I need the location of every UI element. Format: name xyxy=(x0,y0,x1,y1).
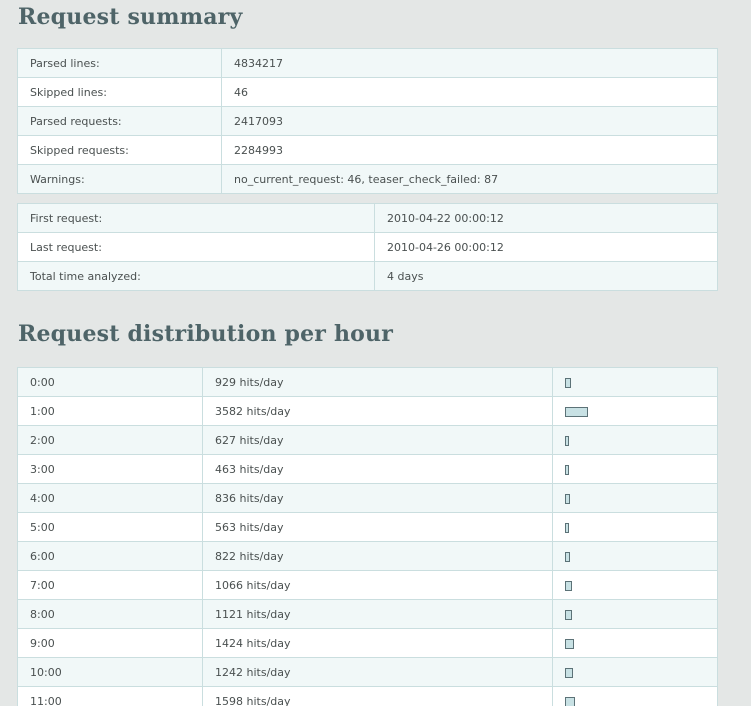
hits-per-day: 929 hits/day xyxy=(202,367,553,397)
table-row: 11:00 1598 hits/day xyxy=(17,686,718,706)
request-summary-title: Request summary xyxy=(18,4,243,30)
bar-cell xyxy=(552,657,718,687)
hits-bar xyxy=(565,609,572,620)
hits-bar xyxy=(565,435,569,446)
request-summary-table: Parsed lines: 4834217 Skipped lines: 46 … xyxy=(17,48,718,194)
table-row: Skipped requests: 2284993 xyxy=(17,135,718,165)
bar-cell xyxy=(552,599,718,629)
bar-cell xyxy=(552,541,718,571)
hits-bar xyxy=(565,377,571,388)
summary-label-parsed-lines: Parsed lines: xyxy=(17,48,222,78)
bar-cell xyxy=(552,483,718,513)
table-row: Total time analyzed: 4 days xyxy=(17,261,718,291)
summary-label-parsed-requests: Parsed requests: xyxy=(17,106,222,136)
hour-label: 11:00 xyxy=(17,686,203,706)
hits-per-day: 627 hits/day xyxy=(202,425,553,455)
time-value-total-time: 4 days xyxy=(374,261,718,291)
hour-label: 5:00 xyxy=(17,512,203,542)
table-row: 10:00 1242 hits/day xyxy=(17,657,718,687)
summary-value-parsed-requests: 2417093 xyxy=(221,106,718,136)
hits-per-day: 836 hits/day xyxy=(202,483,553,513)
hour-label: 9:00 xyxy=(17,628,203,658)
hits-per-day: 563 hits/day xyxy=(202,512,553,542)
table-row: 9:00 1424 hits/day xyxy=(17,628,718,658)
summary-label-skipped-lines: Skipped lines: xyxy=(17,77,222,107)
table-row: 0:00 929 hits/day xyxy=(17,367,718,397)
summary-label-skipped-requests: Skipped requests: xyxy=(17,135,222,165)
hour-label: 3:00 xyxy=(17,454,203,484)
time-range-table: First request: 2010-04-22 00:00:12 Last … xyxy=(17,203,718,291)
summary-value-warnings: no_current_request: 46, teaser_check_fai… xyxy=(221,164,718,194)
hits-bar xyxy=(565,638,574,649)
summary-value-skipped-requests: 2284993 xyxy=(221,135,718,165)
hits-per-day: 463 hits/day xyxy=(202,454,553,484)
hits-bar xyxy=(565,667,573,678)
hour-label: 7:00 xyxy=(17,570,203,600)
bar-cell xyxy=(552,396,718,426)
request-distribution-title: Request distribution per hour xyxy=(18,321,394,347)
hits-per-day: 1598 hits/day xyxy=(202,686,553,706)
table-row: 2:00 627 hits/day xyxy=(17,425,718,455)
table-row: 8:00 1121 hits/day xyxy=(17,599,718,629)
time-label-last-request: Last request: xyxy=(17,232,375,262)
hits-bar xyxy=(565,551,570,562)
bar-cell xyxy=(552,454,718,484)
table-row: 1:00 3582 hits/day xyxy=(17,396,718,426)
summary-value-parsed-lines: 4834217 xyxy=(221,48,718,78)
table-row: Parsed requests: 2417093 xyxy=(17,106,718,136)
table-row: Last request: 2010-04-26 00:00:12 xyxy=(17,232,718,262)
table-row: 3:00 463 hits/day xyxy=(17,454,718,484)
hour-label: 0:00 xyxy=(17,367,203,397)
hits-bar xyxy=(565,522,569,533)
table-row: Parsed lines: 4834217 xyxy=(17,48,718,78)
time-label-first-request: First request: xyxy=(17,203,375,233)
hits-per-day: 1424 hits/day xyxy=(202,628,553,658)
hits-bar xyxy=(565,406,588,417)
hits-bar xyxy=(565,580,572,591)
time-label-total-time: Total time analyzed: xyxy=(17,261,375,291)
hour-label: 4:00 xyxy=(17,483,203,513)
bar-cell xyxy=(552,628,718,658)
summary-value-skipped-lines: 46 xyxy=(221,77,718,107)
bar-cell xyxy=(552,512,718,542)
time-value-last-request: 2010-04-26 00:00:12 xyxy=(374,232,718,262)
request-distribution-table: 0:00 929 hits/day 1:00 3582 hits/day 2:00 627… xyxy=(17,367,718,706)
hits-bar xyxy=(565,464,569,475)
hits-bar xyxy=(565,696,575,706)
table-row: First request: 2010-04-22 00:00:12 xyxy=(17,203,718,233)
hour-label: 8:00 xyxy=(17,599,203,629)
hits-per-day: 1066 hits/day xyxy=(202,570,553,600)
bar-cell xyxy=(552,686,718,706)
hits-bar xyxy=(565,493,570,504)
hour-label: 2:00 xyxy=(17,425,203,455)
hits-per-day: 3582 hits/day xyxy=(202,396,553,426)
bar-cell xyxy=(552,570,718,600)
hits-per-day: 822 hits/day xyxy=(202,541,553,571)
hits-per-day: 1242 hits/day xyxy=(202,657,553,687)
table-row: 5:00 563 hits/day xyxy=(17,512,718,542)
summary-label-warnings: Warnings: xyxy=(17,164,222,194)
bar-cell xyxy=(552,367,718,397)
hour-label: 1:00 xyxy=(17,396,203,426)
table-row: 7:00 1066 hits/day xyxy=(17,570,718,600)
hits-per-day: 1121 hits/day xyxy=(202,599,553,629)
table-row: Warnings: no_current_request: 46, teaser… xyxy=(17,164,718,194)
table-row: 6:00 822 hits/day xyxy=(17,541,718,571)
hour-label: 6:00 xyxy=(17,541,203,571)
bar-cell xyxy=(552,425,718,455)
time-value-first-request: 2010-04-22 00:00:12 xyxy=(374,203,718,233)
table-row: 4:00 836 hits/day xyxy=(17,483,718,513)
hour-label: 10:00 xyxy=(17,657,203,687)
table-row: Skipped lines: 46 xyxy=(17,77,718,107)
